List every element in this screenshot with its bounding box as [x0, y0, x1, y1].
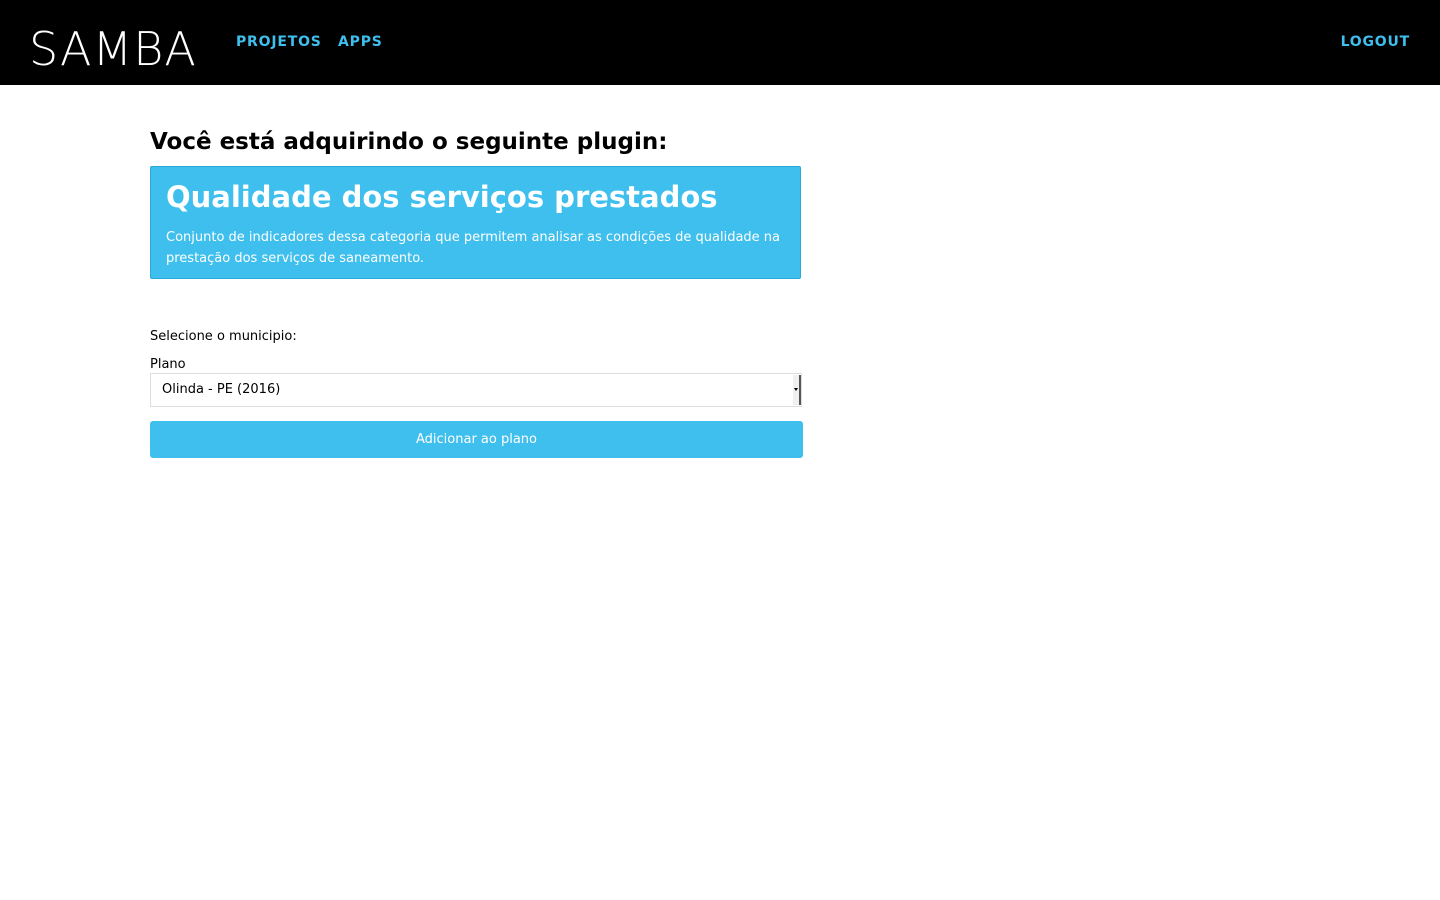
plano-label: Plano — [150, 357, 186, 372]
add-to-plan-button[interactable]: Adicionar ao plano — [150, 421, 803, 458]
nav-link-apps[interactable]: APPS — [338, 34, 383, 50]
nav-link-projetos[interactable]: PROJETOS — [236, 34, 322, 50]
plugin-description: Conjunto de indicadores dessa categoria … — [166, 230, 781, 266]
page-heading: Você está adquirindo o seguinte plugin: — [150, 129, 668, 155]
logout-link[interactable]: LOGOUT — [1341, 34, 1410, 50]
plano-select[interactable]: Olinda - PE (2016) — [150, 373, 802, 407]
top-navbar: SAMBA PROJETOS APPS LOGOUT — [0, 0, 1440, 85]
samba-logo[interactable]: SAMBA — [29, 26, 197, 72]
plugin-card: Qualidade dos serviços prestados Conjunt… — [150, 166, 801, 279]
dropdown-arrow-icon[interactable] — [793, 375, 801, 405]
select-municipio-label: Selecione o municipio: — [150, 329, 297, 344]
plano-selected-value: Olinda - PE (2016) — [162, 382, 281, 397]
plugin-title: Qualidade dos serviços prestados — [166, 180, 718, 214]
